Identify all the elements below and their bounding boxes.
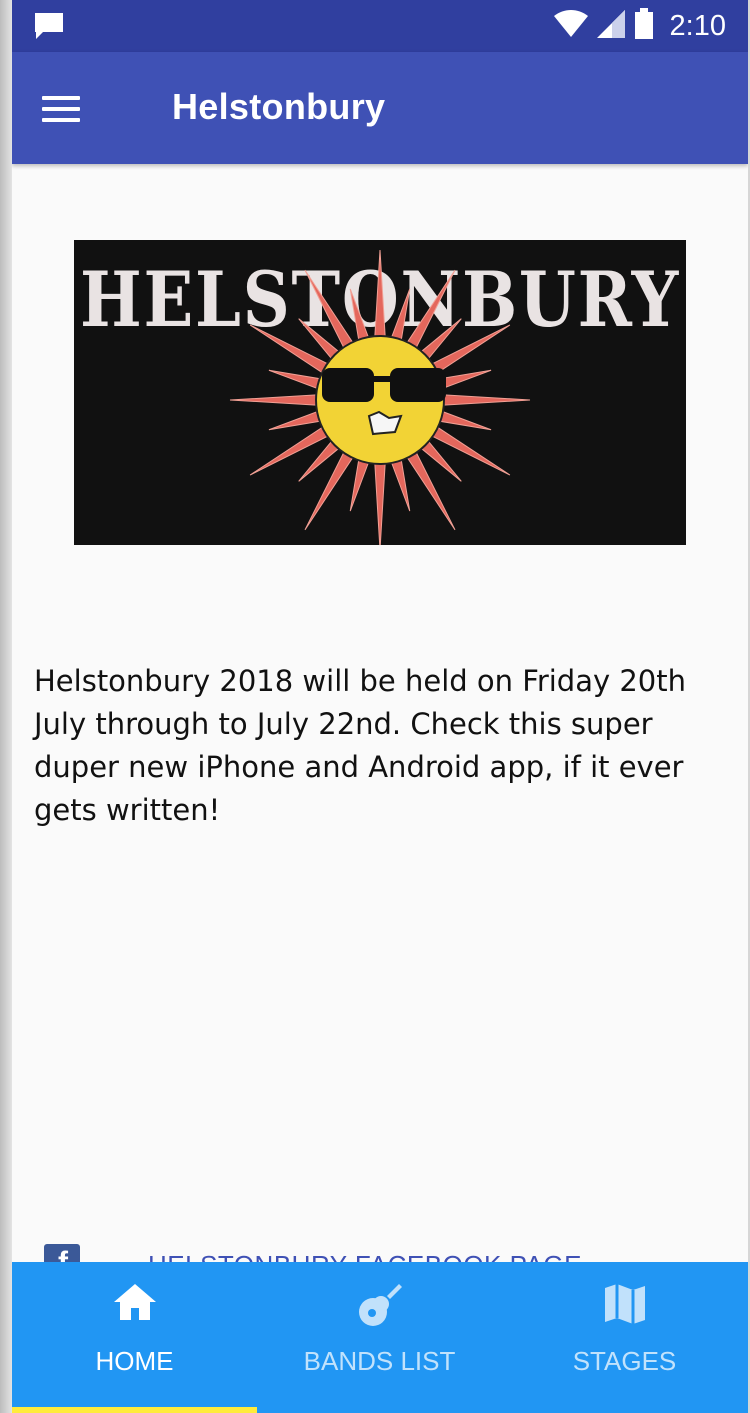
guitar-icon xyxy=(357,1282,403,1333)
bottom-navigation: HOME BANDS LIST STAGES xyxy=(12,1262,748,1413)
status-icons: 2:10 xyxy=(553,7,726,45)
intro-text: Helstonbury 2018 will be held on Friday … xyxy=(34,664,687,827)
signal-icon xyxy=(596,9,626,44)
home-icon xyxy=(112,1282,158,1327)
nav-stages[interactable]: STAGES xyxy=(502,1262,747,1413)
status-bar: 2:10 xyxy=(12,0,748,52)
battery-icon xyxy=(634,7,654,45)
nav-home[interactable]: HOME xyxy=(12,1262,257,1413)
device-edge xyxy=(0,0,12,1413)
nav-bands-list[interactable]: BANDS LIST xyxy=(257,1262,502,1413)
app-title: Helstonbury xyxy=(172,86,386,127)
map-icon xyxy=(603,1282,647,1331)
active-tab-indicator xyxy=(12,1407,257,1413)
app-bar: Helstonbury xyxy=(12,52,748,164)
nav-stages-label: STAGES xyxy=(572,1346,677,1376)
nav-bands-list-label: BANDS LIST xyxy=(303,1346,456,1376)
wifi-icon xyxy=(553,9,588,43)
nav-home-label: HOME xyxy=(95,1346,174,1376)
message-icon xyxy=(34,12,64,45)
hamburger-menu-icon[interactable] xyxy=(42,96,80,122)
clock: 2:10 xyxy=(669,9,726,42)
helstonbury-banner-image: HELSTONBURY xyxy=(74,240,686,545)
app-screen: 2:10 Helstonbury HELSTONBURY Helstonbury… xyxy=(12,0,748,1413)
